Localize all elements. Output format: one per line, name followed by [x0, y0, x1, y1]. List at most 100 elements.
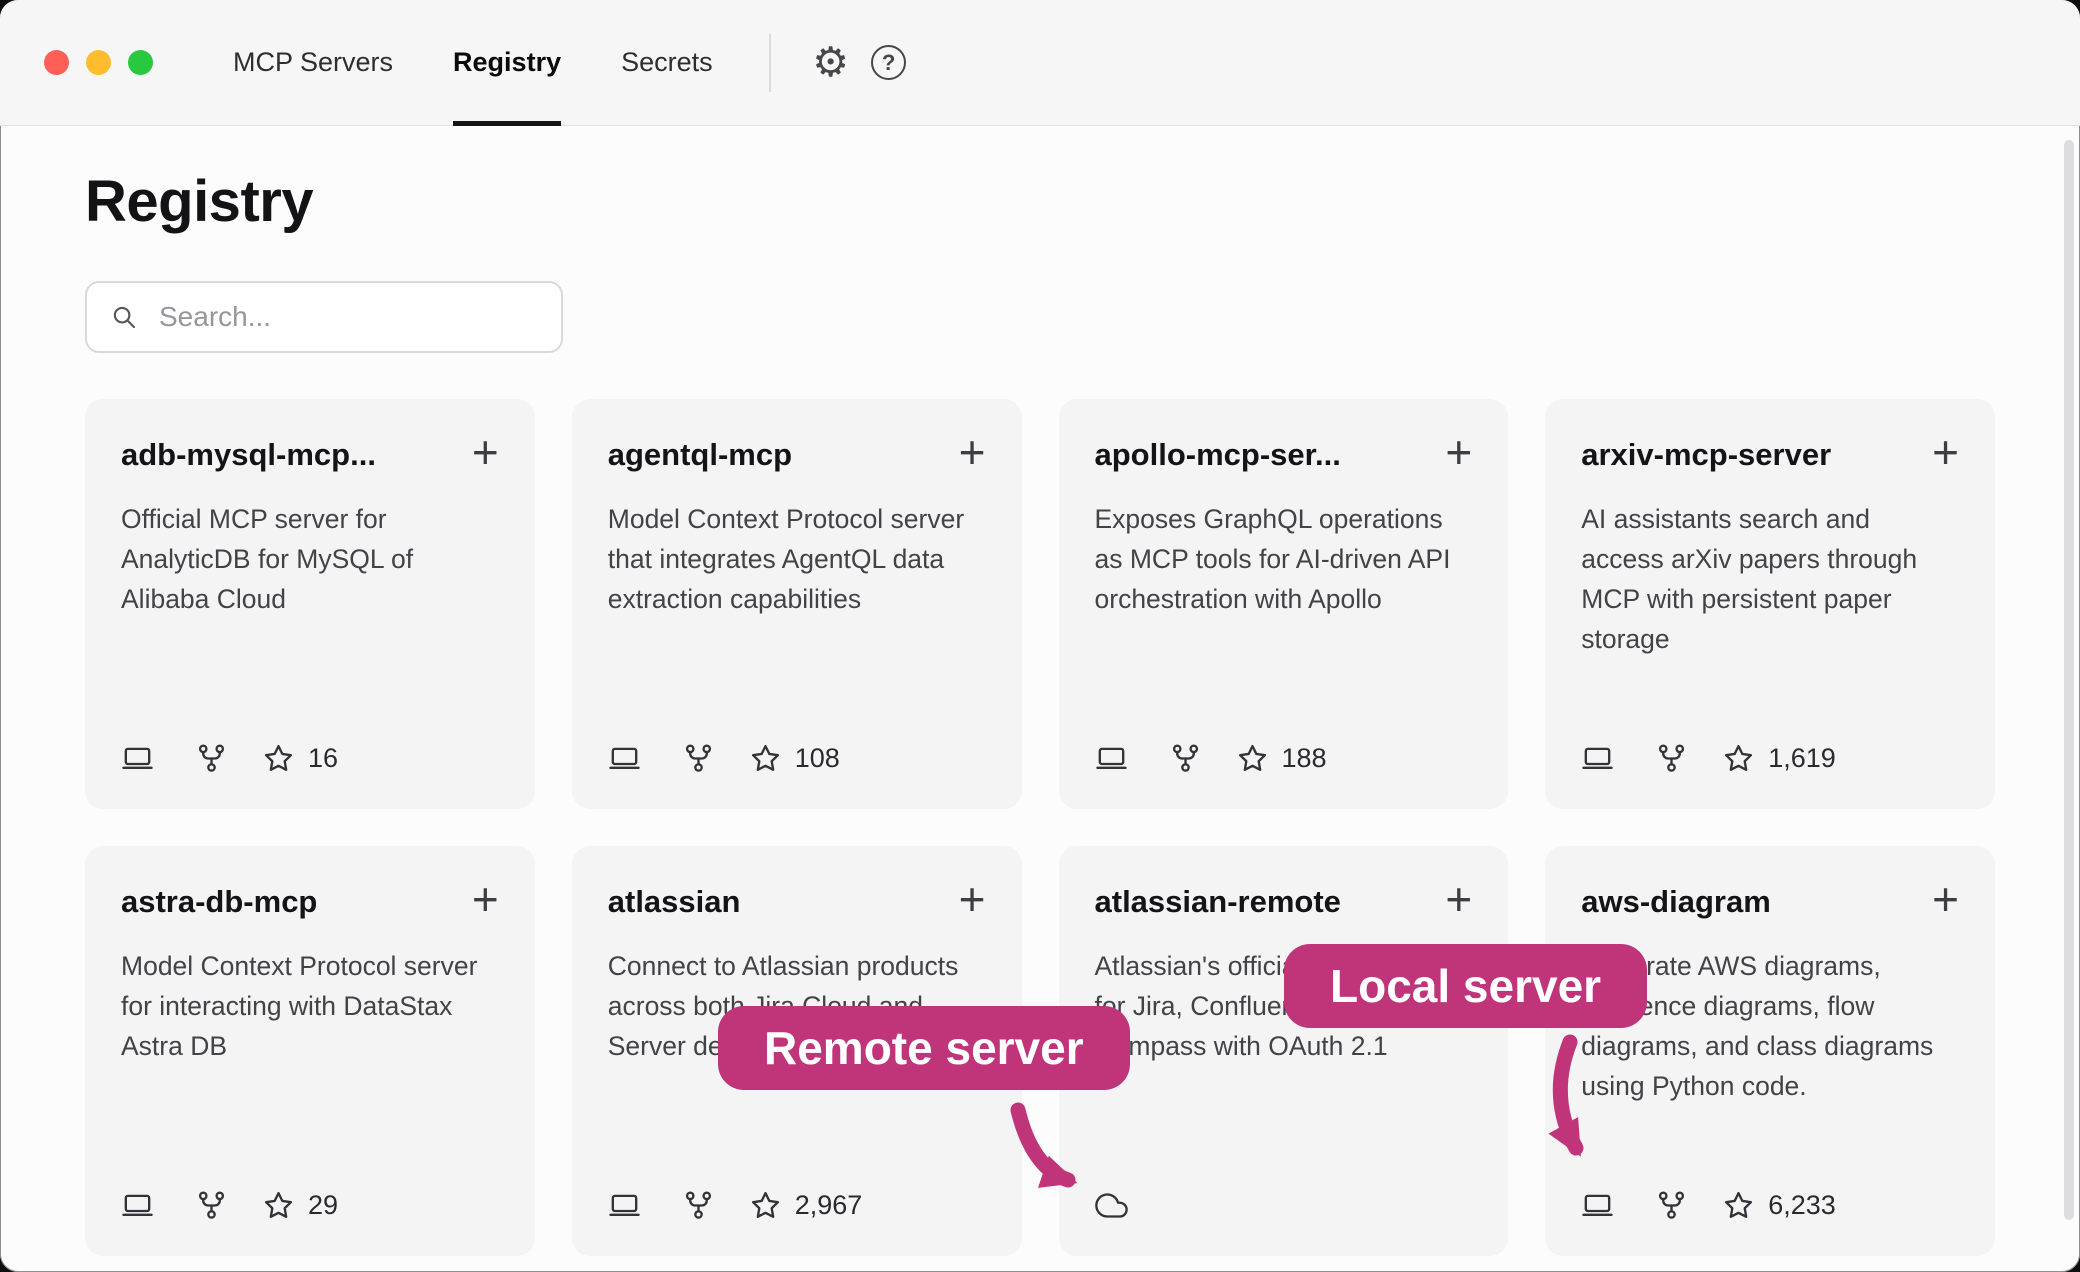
- add-server-button[interactable]: +: [1445, 429, 1472, 475]
- tab-mcp-servers[interactable]: MCP Servers: [203, 0, 423, 125]
- add-server-button[interactable]: +: [472, 876, 499, 922]
- server-name: aws-diagram: [1581, 876, 1771, 920]
- settings-button[interactable]: ⚙: [807, 39, 855, 87]
- star-count: 16: [308, 743, 338, 774]
- star-count-group: 16: [262, 742, 338, 775]
- search-box: [85, 281, 563, 353]
- app-window: MCP Servers Registry Secrets ⚙ ? Registr…: [0, 0, 2080, 1272]
- tab-label: Registry: [453, 47, 561, 78]
- scrollbar-thumb[interactable]: [2064, 140, 2074, 1220]
- star-icon: [749, 1189, 782, 1222]
- add-server-button[interactable]: +: [959, 429, 986, 475]
- gear-icon: ⚙: [812, 42, 849, 83]
- card-footer: 2,967: [608, 1189, 986, 1222]
- cloud-icon: [1095, 1189, 1128, 1222]
- github-fork-icon[interactable]: [1655, 1189, 1688, 1222]
- card-footer: 16: [121, 742, 499, 775]
- search-input[interactable]: [157, 300, 539, 334]
- star-count: 2,967: [795, 1190, 863, 1221]
- star-count-group: 108: [749, 742, 840, 775]
- star-count-group: 2,967: [749, 1189, 863, 1222]
- server-name: apollo-mcp-ser...: [1095, 429, 1341, 473]
- github-fork-icon[interactable]: [195, 1189, 228, 1222]
- github-fork-icon[interactable]: [1169, 742, 1202, 775]
- laptop-icon: [1581, 742, 1614, 775]
- server-description: Generate AWS diagrams, sequence diagrams…: [1581, 946, 1959, 1106]
- laptop-icon: [121, 742, 154, 775]
- server-card: apollo-mcp-ser... + Exposes GraphQL oper…: [1059, 399, 1509, 809]
- laptop-icon: [121, 1189, 154, 1222]
- server-description: Connect to Atlassian products across bot…: [608, 946, 986, 1066]
- server-name: adb-mysql-mcp...: [121, 429, 376, 473]
- help-icon: ?: [871, 45, 906, 80]
- server-name: atlassian-remote: [1095, 876, 1341, 920]
- card-footer: 29: [121, 1189, 499, 1222]
- card-footer: [1095, 1189, 1473, 1222]
- server-description: Atlassian's official MCP server for Jira…: [1095, 946, 1473, 1066]
- github-fork-icon[interactable]: [195, 742, 228, 775]
- star-count-group: 1,619: [1722, 742, 1836, 775]
- add-server-button[interactable]: +: [472, 429, 499, 475]
- server-name: atlassian: [608, 876, 741, 920]
- help-button[interactable]: ?: [865, 39, 913, 87]
- server-card: agentql-mcp + Model Context Protocol ser…: [572, 399, 1022, 809]
- server-card: atlassian + Connect to Atlassian product…: [572, 846, 1022, 1256]
- add-server-button[interactable]: +: [1932, 876, 1959, 922]
- star-count-group: 6,233: [1722, 1189, 1836, 1222]
- title-bar: MCP Servers Registry Secrets ⚙ ?: [0, 0, 2080, 126]
- laptop-icon: [1095, 742, 1128, 775]
- server-grid: adb-mysql-mcp... + Official MCP server f…: [85, 399, 1995, 1256]
- star-icon: [1722, 1189, 1755, 1222]
- server-description: Model Context Protocol server for intera…: [121, 946, 499, 1066]
- star-count: 188: [1282, 743, 1327, 774]
- github-fork-icon[interactable]: [682, 1189, 715, 1222]
- close-button[interactable]: [44, 50, 69, 75]
- card-footer: 1,619: [1581, 742, 1959, 775]
- nav-divider: [769, 34, 771, 92]
- add-server-button[interactable]: +: [1932, 429, 1959, 475]
- star-icon: [1236, 742, 1269, 775]
- server-name: agentql-mcp: [608, 429, 792, 473]
- server-description: AI assistants search and access arXiv pa…: [1581, 499, 1959, 659]
- tab-label: MCP Servers: [233, 47, 393, 78]
- star-icon: [1722, 742, 1755, 775]
- server-description: Model Context Protocol server that integ…: [608, 499, 986, 619]
- star-count: 6,233: [1768, 1190, 1836, 1221]
- star-count-group: 29: [262, 1189, 338, 1222]
- server-card: atlassian-remote + Atlassian's official …: [1059, 846, 1509, 1256]
- zoom-button[interactable]: [128, 50, 153, 75]
- server-card: aws-diagram + Generate AWS diagrams, seq…: [1545, 846, 1995, 1256]
- star-count: 29: [308, 1190, 338, 1221]
- star-icon: [262, 742, 295, 775]
- page-title: Registry: [85, 168, 1995, 235]
- star-icon: [749, 742, 782, 775]
- laptop-icon: [608, 742, 641, 775]
- tab-label: Secrets: [621, 47, 713, 78]
- server-description: Exposes GraphQL operations as MCP tools …: [1095, 499, 1473, 619]
- star-count-group: 188: [1236, 742, 1327, 775]
- add-server-button[interactable]: +: [1445, 876, 1472, 922]
- star-count: 1,619: [1768, 743, 1836, 774]
- server-description: Official MCP server for AnalyticDB for M…: [121, 499, 499, 619]
- traffic-lights: [44, 50, 153, 75]
- registry-page: Registry adb-mysql-mcp... + Official MCP…: [0, 168, 2080, 1256]
- laptop-icon: [1581, 1189, 1614, 1222]
- server-card: arxiv-mcp-server + AI assistants search …: [1545, 399, 1995, 809]
- laptop-icon: [608, 1189, 641, 1222]
- server-card: adb-mysql-mcp... + Official MCP server f…: [85, 399, 535, 809]
- star-icon: [262, 1189, 295, 1222]
- github-fork-icon[interactable]: [682, 742, 715, 775]
- server-name: astra-db-mcp: [121, 876, 317, 920]
- github-fork-icon[interactable]: [1655, 742, 1688, 775]
- server-card: astra-db-mcp + Model Context Protocol se…: [85, 846, 535, 1256]
- main-nav: MCP Servers Registry Secrets: [203, 0, 743, 125]
- server-name: arxiv-mcp-server: [1581, 429, 1831, 473]
- star-count: 108: [795, 743, 840, 774]
- card-footer: 6,233: [1581, 1189, 1959, 1222]
- minimize-button[interactable]: [86, 50, 111, 75]
- tab-registry[interactable]: Registry: [423, 0, 591, 125]
- card-footer: 188: [1095, 742, 1473, 775]
- add-server-button[interactable]: +: [959, 876, 986, 922]
- tab-secrets[interactable]: Secrets: [591, 0, 743, 125]
- search-icon: [109, 302, 139, 332]
